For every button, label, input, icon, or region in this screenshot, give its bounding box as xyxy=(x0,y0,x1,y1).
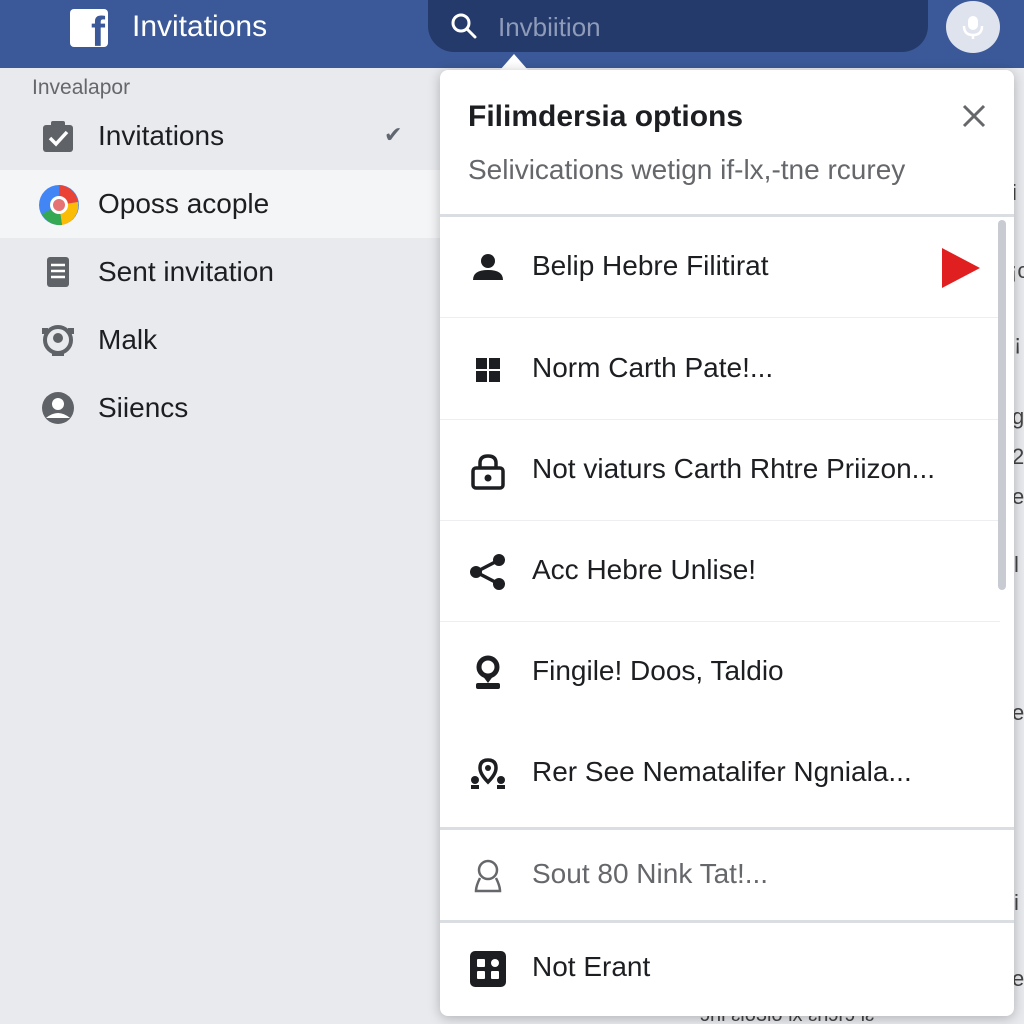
search-input[interactable]: Invbiition xyxy=(498,12,601,43)
play-icon xyxy=(942,248,980,288)
clipboard-check-icon xyxy=(43,121,73,152)
checkmark-icon: ✔ xyxy=(384,122,403,147)
windows-icon xyxy=(476,358,500,382)
option-label: Acc Hebre Unlise! xyxy=(532,554,757,585)
option-label: Belip Hebre Filitirat xyxy=(532,250,769,281)
divider xyxy=(440,214,1014,217)
option-label: Not Erant xyxy=(532,951,651,982)
sidebar: Invealapor Invitations ✔ Oposs acople Se… xyxy=(0,68,440,1024)
sidebar-item-siiencs[interactable]: Siiencs xyxy=(0,374,440,442)
option-item[interactable]: Sout 80 Nink Tat!... xyxy=(440,830,1000,922)
background-text: ¡ xyxy=(1014,330,1022,355)
search-bar[interactable]: Invbiition xyxy=(428,0,928,52)
user-outline-icon xyxy=(474,859,502,893)
facebook-logo-icon[interactable]: f xyxy=(70,9,108,47)
sidebar-item-label: Sent invitation xyxy=(98,256,274,287)
filter-options-popup: Filimdersia options Selivications wetign… xyxy=(440,70,1014,1016)
option-item[interactable]: Not viaturs Carth Rhtre Priizon... xyxy=(440,421,1000,521)
popup-caret xyxy=(500,54,528,70)
microphone-button[interactable] xyxy=(946,1,1000,53)
option-label: Fingile! Doos, Taldio xyxy=(532,655,784,686)
sidebar-item-label: Invitations xyxy=(98,120,225,151)
scrollbar[interactable] xyxy=(998,220,1006,590)
sidebar-item-malk[interactable]: Malk xyxy=(0,306,440,374)
option-label: Not viaturs Carth Rhtre Priizon... xyxy=(532,453,936,484)
option-item[interactable]: Belip Hebre Filitirat xyxy=(440,218,1000,318)
document-icon xyxy=(47,257,69,287)
sidebar-item-label: Oposs acople xyxy=(98,188,270,219)
option-item[interactable]: Acc Hebre Unlise! xyxy=(440,522,1000,622)
share-icon xyxy=(470,554,505,590)
option-item[interactable]: Rer See Nematalifer Ngniala... xyxy=(440,724,1000,824)
option-item[interactable]: Norm Carth Pate!... xyxy=(440,320,1000,420)
sidebar-header: Invealapor xyxy=(32,76,131,99)
background-text: l xyxy=(1014,552,1019,577)
background-text: i xyxy=(1014,890,1019,915)
sidebar-item-oposs-acople[interactable]: Oposs acople xyxy=(0,170,440,238)
search-icon xyxy=(451,13,477,39)
user-circle-icon xyxy=(42,392,74,424)
people-pin-icon xyxy=(471,758,505,789)
popup-subtitle: Selivications wetign if-lx,-tne rcurey xyxy=(468,154,906,185)
option-label: Norm Carth Pate!... xyxy=(532,352,774,383)
option-label: Rer See Nematalifer Ngniala... xyxy=(532,756,912,787)
option-item[interactable]: Fingile! Doos, Taldio xyxy=(440,623,1000,723)
option-item[interactable]: Not Erant xyxy=(440,923,1000,1016)
sidebar-item-invitations[interactable]: Invitations ✔ xyxy=(0,102,440,170)
chrome-color-icon xyxy=(39,185,79,226)
sidebar-item-label: Malk xyxy=(98,324,158,355)
sidebar-item-sent-invitation[interactable]: Sent invitation xyxy=(0,238,440,306)
popup-title: Filimdersia options xyxy=(468,100,744,133)
sidebar-item-label: Siiencs xyxy=(98,392,189,423)
camera-icon xyxy=(42,325,74,356)
person-icon xyxy=(473,254,503,280)
microphone-icon xyxy=(962,16,984,39)
app-title: Invitations xyxy=(132,10,268,43)
person-pin-icon xyxy=(476,655,500,689)
lock-icon xyxy=(471,454,505,490)
close-icon[interactable] xyxy=(958,100,990,132)
grid-app-icon xyxy=(470,951,506,987)
option-label: Sout 80 Nink Tat!... xyxy=(532,858,769,889)
